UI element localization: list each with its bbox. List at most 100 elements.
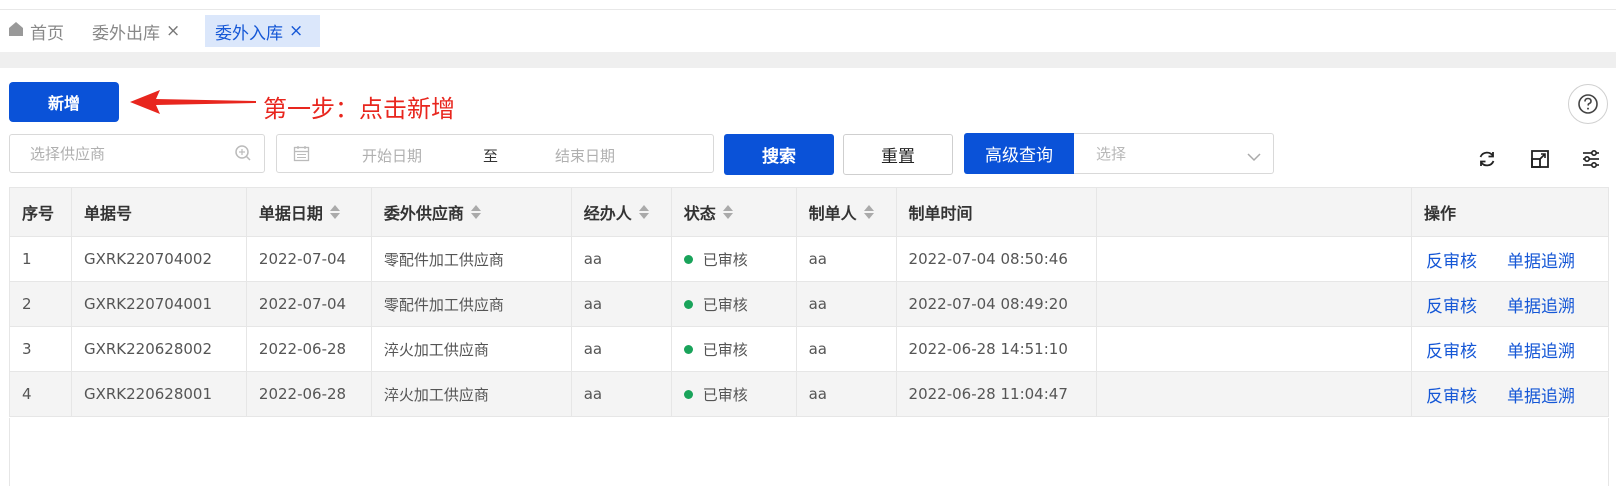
cell-actions: 反审核 单据追溯 [1411,281,1610,327]
search-icon [234,144,252,166]
sort-icon[interactable] [863,204,875,224]
cell-blank [1096,281,1412,327]
cell-status: 已审核 [671,326,797,372]
unapprove-link[interactable]: 反审核 [1426,387,1477,407]
unapprove-link[interactable]: 反审核 [1426,252,1477,272]
close-icon[interactable]: × [166,21,180,41]
refresh-icon[interactable] [1474,146,1500,172]
cell-blank [1096,371,1412,417]
cell-index: 1 [9,236,72,282]
trace-link[interactable]: 单据追溯 [1507,297,1575,317]
cell-doc-date: 2022-06-28 [246,326,372,372]
table-header-row: 序号 单据号 单据日期 委外供应商 经办人 状态 制单人 制单时间 操作 [9,187,1610,237]
calendar-icon [293,145,310,166]
cell-doc-date: 2022-06-28 [246,371,372,417]
table-row: 2 GXRK220704001 2022-07-04 零配件加工供应商 aa 已… [9,281,1610,327]
trace-link[interactable]: 单据追溯 [1507,252,1575,272]
advanced-query-button[interactable]: 高级查询 [964,133,1074,174]
sort-icon[interactable] [722,204,734,224]
cell-actions: 反审核 单据追溯 [1411,326,1610,372]
cell-doc-no: GXRK220704002 [71,236,247,282]
status-text: 已审核 [702,385,748,404]
sort-icon[interactable] [638,204,650,224]
col-doc-date[interactable]: 单据日期 [246,187,372,237]
unapprove-link[interactable]: 反审核 [1426,297,1477,317]
cell-handler: aa [571,326,672,372]
col-handler[interactable]: 经办人 [571,187,672,237]
cell-creator: aa [796,326,897,372]
cell-status: 已审核 [671,281,797,327]
chevron-down-icon [1247,148,1261,166]
status-dot-icon [683,344,693,354]
cell-created-at: 2022-07-04 08:49:20 [896,281,1097,327]
tab-outbound[interactable]: 委外出库 × [92,15,180,47]
cell-doc-no: GXRK220628002 [71,326,247,372]
cell-creator: aa [796,281,897,327]
tab-home[interactable]: 首页 [8,15,64,47]
sort-icon[interactable] [329,204,341,224]
col-supplier-label: 委外供应商 [383,203,464,223]
col-creator[interactable]: 制单人 [796,187,897,237]
tab-outbound-label: 委外出库 [92,23,160,44]
start-date-input[interactable]: 开始日期 [362,145,422,166]
cell-status: 已审核 [671,371,797,417]
cell-doc-date: 2022-07-04 [246,281,372,327]
trace-link[interactable]: 单据追溯 [1507,342,1575,362]
reset-button[interactable]: 重置 [843,134,953,175]
col-doc-date-label: 单据日期 [258,203,323,223]
cell-handler: aa [571,371,672,417]
cell-created-at: 2022-06-28 11:04:47 [896,371,1097,417]
status-dot-icon [683,254,693,264]
col-created-at: 制单时间 [896,187,1097,237]
table-row: 4 GXRK220628001 2022-06-28 淬火加工供应商 aa 已审… [9,371,1610,417]
annotation-text: 第一步：点击新增 [263,95,455,123]
cell-blank [1096,326,1412,372]
col-status[interactable]: 状态 [671,187,797,237]
cell-supplier: 淬火加工供应商 [371,371,572,417]
cell-doc-no: GXRK220704001 [71,281,247,327]
help-icon[interactable] [1568,84,1608,124]
cell-actions: 反审核 单据追溯 [1411,236,1610,282]
column-settings-icon[interactable] [1578,146,1604,172]
table-row: 1 GXRK220704002 2022-07-04 零配件加工供应商 aa 已… [9,236,1610,282]
add-button[interactable]: 新增 [9,82,119,122]
status-text: 已审核 [702,250,748,269]
annotation-arrow-icon [130,88,256,120]
cell-supplier: 零配件加工供应商 [371,281,572,327]
col-handler-label: 经办人 [583,203,632,223]
col-supplier[interactable]: 委外供应商 [371,187,572,237]
search-button[interactable]: 搜索 [724,134,834,175]
tab-inbound[interactable]: 委外入库 × [205,15,320,47]
cell-supplier: 淬火加工供应商 [371,326,572,372]
end-date-input[interactable]: 结束日期 [555,145,615,166]
date-range-picker[interactable]: 开始日期 至 结束日期 [276,134,714,173]
tab-inbound-label: 委外入库 [215,23,283,44]
cell-index: 2 [9,281,72,327]
query-select[interactable]: 选择 [1074,133,1274,174]
cell-actions: 反审核 单据追溯 [1411,371,1610,417]
status-dot-icon [683,299,693,309]
supplier-select[interactable]: 选择供应商 [9,134,265,173]
col-creator-label: 制单人 [808,203,857,223]
home-icon [8,21,24,42]
unapprove-link[interactable]: 反审核 [1426,342,1477,362]
cell-index: 3 [9,326,72,372]
col-doc-no: 单据号 [71,187,247,237]
col-blank [1096,187,1412,237]
cell-handler: aa [571,236,672,282]
close-icon[interactable]: × [289,21,303,41]
status-text: 已审核 [702,340,748,359]
cell-created-at: 2022-06-28 14:51:10 [896,326,1097,372]
cell-blank [1096,236,1412,282]
date-range-separator: 至 [483,147,499,165]
separator-bar [0,52,1616,68]
cell-supplier: 零配件加工供应商 [371,236,572,282]
trace-link[interactable]: 单据追溯 [1507,387,1575,407]
col-index: 序号 [9,187,72,237]
tab-home-label: 首页 [30,23,64,44]
cell-created-at: 2022-07-04 08:50:46 [896,236,1097,282]
col-status-label: 状态 [683,203,716,223]
fullscreen-icon[interactable] [1527,146,1553,172]
cell-handler: aa [571,281,672,327]
sort-icon[interactable] [470,204,482,224]
